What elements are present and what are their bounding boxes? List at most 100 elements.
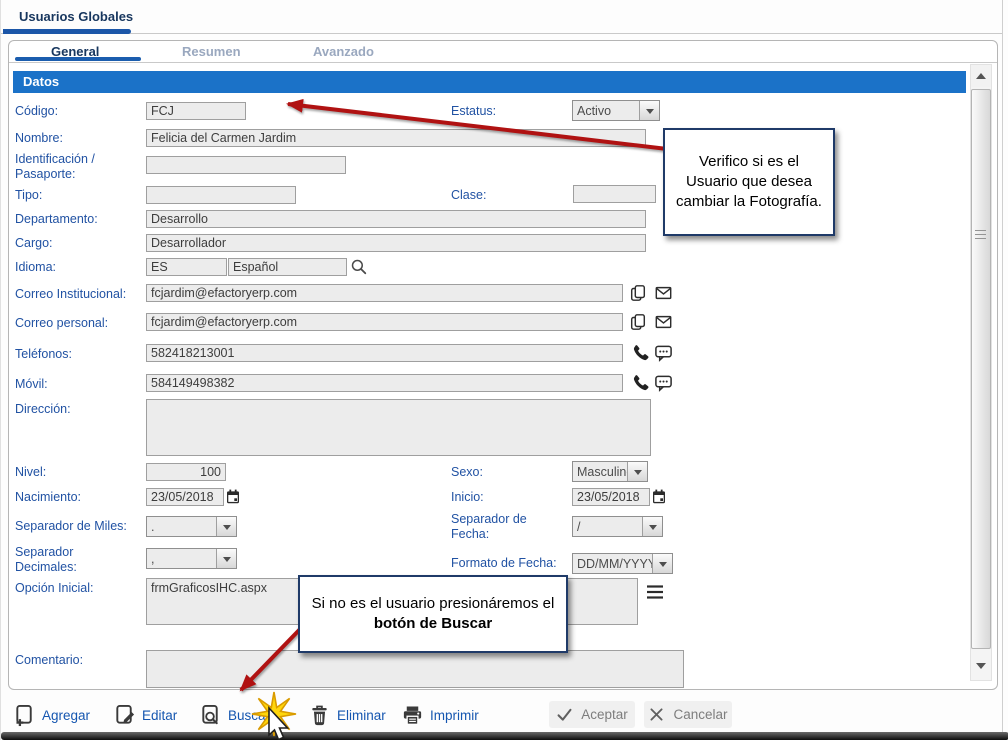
correo-personal-field[interactable]: fcjardim@efactoryerp.com: [146, 313, 623, 331]
clase-field[interactable]: [573, 185, 656, 203]
scrollbar-thumb[interactable]: [971, 89, 991, 649]
chevron-down-icon[interactable]: [652, 554, 672, 573]
window-bottom-edge: [1, 732, 1008, 740]
edit-document-icon: [113, 704, 136, 727]
formato-fecha-value: DD/MM/YYYY: [573, 554, 652, 573]
phone-icon[interactable]: [630, 373, 649, 392]
search-icon[interactable]: [350, 258, 368, 276]
chevron-down-icon[interactable]: [216, 517, 236, 536]
movil-field[interactable]: 584149498382: [146, 374, 623, 392]
editar-label: Editar: [142, 708, 177, 723]
formato-fecha-dropdown[interactable]: DD/MM/YYYY: [572, 553, 673, 574]
telefonos-label: Teléfonos:: [15, 347, 143, 362]
imprimir-button[interactable]: Imprimir: [401, 704, 479, 727]
calendar-icon[interactable]: [226, 489, 240, 504]
menu-icon[interactable]: [645, 582, 665, 602]
opcion-inicial-label: Opción Inicial:: [15, 581, 143, 596]
tab-general-underline: [15, 57, 141, 61]
scrollbar-up-button[interactable]: [971, 65, 991, 87]
imprimir-label: Imprimir: [430, 708, 479, 723]
separador-decimales-dropdown[interactable]: ,: [146, 548, 237, 569]
chevron-down-icon[interactable]: [216, 549, 236, 568]
scrollbar-grip: [975, 238, 986, 239]
window-title: Usuarios Globales: [19, 9, 133, 24]
trash-icon: [308, 704, 331, 727]
scrollbar-grip: [975, 234, 986, 235]
estatus-label: Estatus:: [451, 104, 579, 119]
comentario-textarea[interactable]: [146, 650, 684, 688]
printer-icon: [401, 704, 424, 727]
scrollbar-down-button[interactable]: [971, 655, 991, 677]
window-right-edge: [1002, 0, 1003, 732]
separador-decimales-value: ,: [147, 549, 216, 568]
message-icon[interactable]: [654, 343, 673, 362]
inicio-field[interactable]: 23/05/2018: [572, 488, 650, 506]
sexo-dropdown[interactable]: Masculino: [572, 461, 648, 482]
cargo-field[interactable]: Desarrollador: [146, 234, 646, 252]
tipo-label: Tipo:: [15, 188, 143, 203]
idioma-code-field[interactable]: ES: [146, 258, 227, 276]
nacimiento-field[interactable]: 23/05/2018: [146, 488, 224, 506]
tab-resumen[interactable]: Resumen: [182, 44, 241, 59]
chevron-down-icon[interactable]: [627, 462, 647, 481]
chevron-down-icon[interactable]: [642, 517, 662, 536]
separador-miles-dropdown[interactable]: .: [146, 516, 237, 537]
phone-icon[interactable]: [630, 343, 649, 362]
copy-icon[interactable]: [629, 284, 647, 302]
tipo-field[interactable]: [146, 186, 296, 204]
mail-icon[interactable]: [654, 313, 673, 331]
callout-buscar-text: Si no es el usuario presionáremos el bot…: [308, 594, 558, 634]
title-divider: [1, 33, 1002, 34]
idioma-name-field[interactable]: Español: [228, 258, 347, 276]
comentario-label: Comentario:: [15, 653, 143, 668]
codigo-field[interactable]: FCJ: [146, 102, 246, 120]
cancelar-label: Cancelar: [673, 707, 727, 722]
separador-miles-value: .: [147, 517, 216, 536]
departamento-field[interactable]: Desarrollo: [146, 210, 646, 228]
cancelar-button[interactable]: Cancelar: [644, 701, 732, 728]
close-icon: [648, 706, 665, 723]
cargo-label: Cargo:: [15, 236, 143, 251]
editar-button[interactable]: Editar: [113, 704, 177, 727]
triangle-up-icon: [976, 68, 986, 79]
copy-icon[interactable]: [629, 313, 647, 331]
identificacion-field[interactable]: [146, 156, 346, 174]
direccion-label: Dirección:: [15, 402, 143, 417]
calendar-icon[interactable]: [652, 489, 666, 504]
estatus-value: Activo: [573, 101, 639, 120]
buscar-label: Buscar: [228, 708, 270, 723]
correo-institucional-field[interactable]: fcjardim@efactoryerp.com: [146, 284, 623, 302]
nombre-field[interactable]: Felicia del Carmen Jardim: [146, 129, 646, 147]
departamento-label: Departamento:: [15, 212, 143, 227]
aceptar-button[interactable]: Aceptar: [549, 701, 635, 728]
section-header-datos: Datos: [13, 71, 966, 93]
direccion-textarea[interactable]: [146, 399, 651, 456]
separador-fecha-label: Separador de Fecha:: [451, 512, 563, 542]
mail-icon[interactable]: [654, 284, 673, 302]
identificacion-label: Identificación / Pasaporte:: [15, 152, 143, 182]
eliminar-button[interactable]: Eliminar: [308, 704, 386, 727]
clase-label: Clase:: [451, 188, 579, 203]
aceptar-label: Aceptar: [581, 707, 628, 722]
separador-decimales-label: Separador Decimales:: [15, 545, 115, 575]
correo-institucional-label: Correo Institucional:: [15, 287, 147, 302]
estatus-dropdown[interactable]: Activo: [572, 100, 660, 121]
agregar-label: Agregar: [42, 708, 90, 723]
triangle-down-icon: [976, 663, 986, 674]
agregar-button[interactable]: Agregar: [13, 704, 90, 727]
separador-fecha-dropdown[interactable]: /: [572, 516, 663, 537]
nacimiento-label: Nacimiento:: [15, 490, 143, 505]
telefonos-field[interactable]: 582418213001: [146, 344, 623, 362]
idioma-label: Idioma:: [15, 260, 143, 275]
title-active-underline: [3, 29, 131, 34]
eliminar-label: Eliminar: [337, 708, 386, 723]
chevron-down-icon[interactable]: [639, 101, 659, 120]
sexo-value: Masculino: [573, 462, 627, 481]
usuarios-globales-window: Usuarios Globales General Resumen Avanza…: [0, 0, 1008, 740]
message-icon[interactable]: [654, 373, 673, 392]
nivel-field[interactable]: 100: [146, 463, 226, 481]
callout-buscar-bold: botón de Buscar: [374, 615, 492, 632]
tab-avanzado[interactable]: Avanzado: [313, 44, 374, 59]
separador-miles-label: Separador de Miles:: [15, 519, 143, 534]
buscar-button[interactable]: Buscar: [199, 704, 270, 727]
